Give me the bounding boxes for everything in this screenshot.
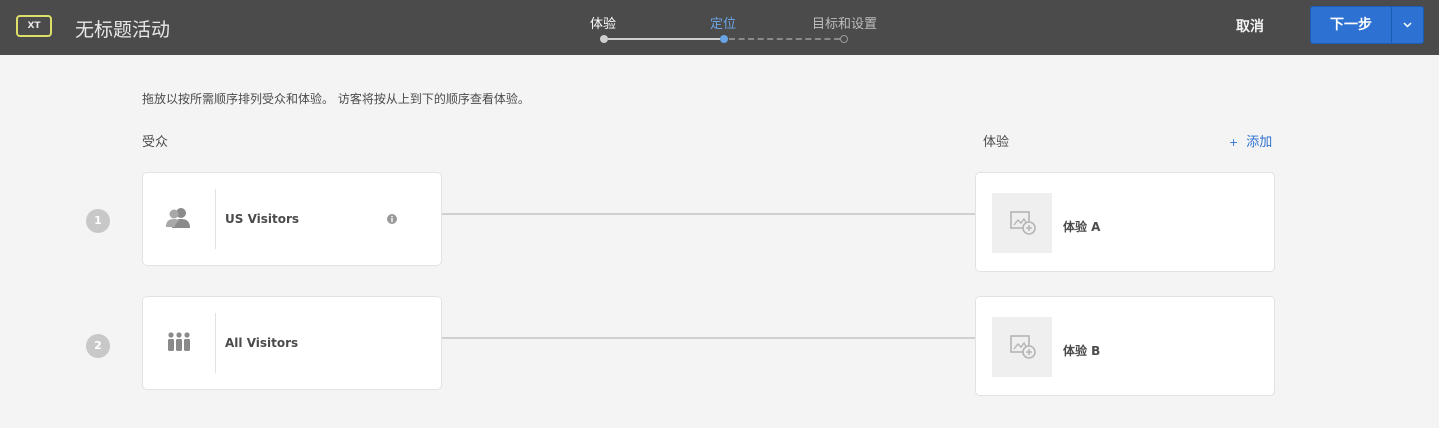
info-icon[interactable] [387,214,397,224]
add-experience-link[interactable]: + 添加 [1229,131,1272,150]
users-icon [166,208,190,228]
next-button-group: 下一步 [1310,6,1424,44]
next-options-dropdown[interactable] [1392,7,1423,43]
image-add-icon [1010,335,1036,359]
audience-card[interactable]: US Visitors [142,172,442,266]
plus-icon: + [1229,136,1239,149]
experience-card[interactable]: 体验 B [975,296,1275,396]
progress-line-upcoming [729,38,840,40]
row-number: 2 [86,334,110,358]
card-divider [215,313,216,373]
step-dot-upcoming [840,35,848,43]
audience-column-heading: 受众 [142,135,169,150]
cancel-button[interactable]: 取消 [1236,16,1264,36]
connector-line [442,213,976,215]
experience-name: 体验 B [1063,344,1101,358]
card-divider [215,189,216,249]
top-bar: XT 无标题活动 体验 定位 目标和设置 取消 下一步 [0,0,1439,55]
experience-card[interactable]: 体验 A [975,172,1275,272]
chevron-down-icon [1403,22,1412,28]
group-icon [168,332,190,351]
step-experiences[interactable]: 体验 [590,13,616,32]
audience-name: US Visitors [225,212,300,226]
next-button[interactable]: 下一步 [1311,7,1391,43]
progress-line-completed [608,38,720,40]
audience-card[interactable]: All Visitors [142,296,442,390]
experience-name: 体验 A [1063,220,1101,234]
step-targeting[interactable]: 定位 [710,13,736,32]
step-dot-completed [600,35,608,43]
row-number: 1 [86,209,110,233]
step-goals-settings[interactable]: 目标和设置 [812,13,877,32]
connector-line [442,337,976,339]
audience-name: All Visitors [225,336,299,350]
activity-type-badge: XT [16,15,52,37]
instruction-text: 拖放以按所需顺序排列受众和体验。 访客将按从上到下的顺序查看体验。 [142,92,530,106]
experience-column-heading: 体验 [983,135,1010,150]
activity-title[interactable]: 无标题活动 [75,15,170,42]
experience-thumbnail [992,317,1052,377]
add-label: 添加 [1246,135,1273,150]
step-dot-current [720,35,728,43]
image-add-icon [1010,211,1036,235]
experience-thumbnail [992,193,1052,253]
